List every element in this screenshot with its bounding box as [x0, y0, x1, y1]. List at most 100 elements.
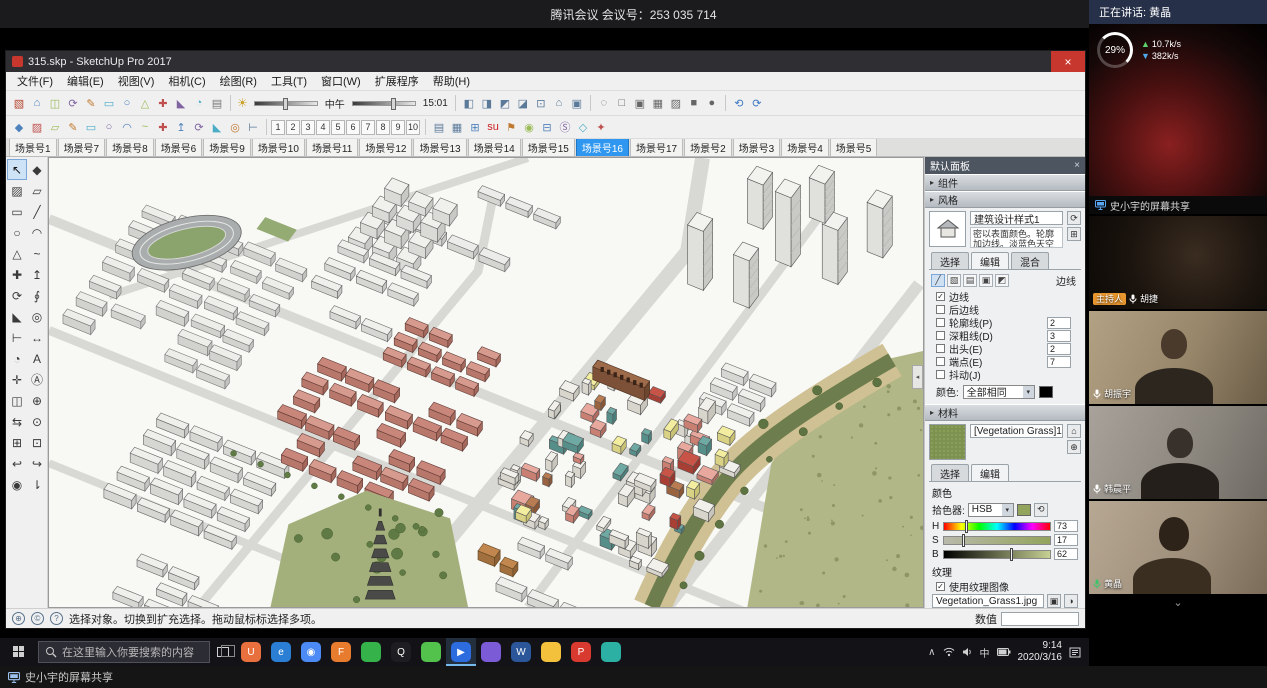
toolbar-icon[interactable]: Ⓢ — [556, 118, 574, 136]
face-style-icon[interactable]: ● — [703, 94, 721, 112]
toolbar-icon[interactable]: ⟳ — [190, 118, 208, 136]
taskbar-search-input[interactable]: 在这里输入你要搜索的内容 — [38, 641, 210, 663]
scene-number-button[interactable]: 2 — [286, 120, 300, 135]
participant-video-tile[interactable]: 黄晶 — [1089, 501, 1267, 594]
tool-icon[interactable]: ↖ — [7, 159, 27, 180]
battery-icon[interactable] — [997, 648, 1011, 656]
taskbar-app-icon[interactable]: ▶ — [446, 638, 476, 666]
tray-chevron-icon[interactable]: ∧ — [928, 647, 935, 658]
scene-number-button[interactable]: 1 — [271, 120, 285, 135]
tool-icon[interactable]: ▨ — [7, 180, 27, 201]
tab-styles-select[interactable]: 选择 — [931, 252, 969, 269]
shadow-date-slider[interactable] — [254, 101, 318, 106]
tool-icon[interactable]: ╱ — [27, 201, 47, 222]
participant-video-tile[interactable]: 主持人 胡捷 — [1089, 216, 1267, 309]
taskbar-app-icon[interactable]: F — [326, 638, 356, 666]
modeling-settings-icon[interactable]: ◩ — [995, 274, 1009, 287]
endpoints-checkbox[interactable] — [936, 357, 945, 366]
material-thumbnail[interactable] — [929, 424, 966, 460]
tool-icon[interactable]: ↥ — [27, 264, 47, 285]
task-view-button[interactable] — [210, 647, 236, 657]
scene-tab[interactable]: 场景号2 — [684, 139, 732, 156]
tool-icon[interactable]: ↩ — [7, 453, 27, 474]
taskbar-app-icon[interactable]: W — [506, 638, 536, 666]
tool-icon[interactable]: △ — [7, 243, 27, 264]
toolbar-icon[interactable]: ◫ — [46, 94, 64, 112]
taskbar-app-icon[interactable] — [476, 638, 506, 666]
toolbar-icon[interactable]: ▱ — [46, 118, 64, 136]
hue-slider[interactable] — [943, 522, 1051, 531]
toolbar-icon[interactable]: ✎ — [82, 94, 100, 112]
tool-icon[interactable]: ▭ — [7, 201, 27, 222]
scene-number-button[interactable]: 8 — [376, 120, 390, 135]
toolbar-icon[interactable]: ◠ — [118, 118, 136, 136]
saturation-slider[interactable] — [943, 536, 1051, 545]
tool-icon[interactable]: ⊡ — [27, 432, 47, 453]
section-header-components[interactable]: ▸ 组件 — [925, 174, 1085, 191]
endpoints-value-input[interactable]: 7 — [1047, 356, 1071, 368]
tool-icon[interactable]: ◠ — [27, 222, 47, 243]
toolbar-icon[interactable]: ◇ — [574, 118, 592, 136]
menu-item[interactable]: 相机(C) — [161, 73, 212, 89]
face-settings-icon[interactable]: ▧ — [947, 274, 961, 287]
material-color-swatch[interactable] — [1017, 504, 1031, 516]
toolbar-icon[interactable]: △ — [136, 94, 154, 112]
toolbar-icon[interactable]: ⊢ — [244, 118, 262, 136]
menu-item[interactable]: 扩展程序 — [368, 73, 426, 89]
taskbar-app-icon[interactable]: Q — [386, 638, 416, 666]
material-name-input[interactable]: [Vegetation Grass]1 — [970, 424, 1063, 438]
ime-indicator[interactable]: 中 — [980, 645, 990, 660]
toolbar-icon[interactable]: ▤ — [430, 118, 448, 136]
toolbar-icon[interactable]: ◆ — [10, 118, 28, 136]
face-style-icon[interactable]: ▣ — [631, 94, 649, 112]
scene-tab[interactable]: 场景号8 — [106, 139, 154, 156]
tool-icon[interactable]: ✛ — [7, 369, 27, 390]
view-icon[interactable]: ⌂ — [550, 94, 568, 112]
hue-value-input[interactable]: 73 — [1054, 520, 1078, 532]
panel-collapse-chevron[interactable]: ⌄ — [1089, 594, 1267, 610]
edge-color-dropdown[interactable]: 全部相同 ▾ — [963, 385, 1035, 399]
create-material-icon[interactable]: ⊕ — [1067, 440, 1081, 454]
toolbar-icon[interactable]: ◉ — [520, 118, 538, 136]
scene-number-button[interactable]: 6 — [346, 120, 360, 135]
toolbar-icon[interactable]: ▭ — [82, 118, 100, 136]
taskbar-app-icon[interactable] — [416, 638, 446, 666]
picker-dropdown[interactable]: HSB ▾ — [968, 503, 1014, 517]
texture-file-input[interactable]: Vegetation_Grass1.jpg — [932, 594, 1044, 608]
jitter-checkbox[interactable] — [936, 370, 945, 379]
scene-tab[interactable]: 场景号4 — [781, 139, 829, 156]
scene-number-button[interactable]: 9 — [391, 120, 405, 135]
scene-tab[interactable]: 场景号11 — [306, 139, 358, 156]
tool-icon[interactable]: ○ — [7, 222, 27, 243]
section-header-materials[interactable]: ▸ 材料 — [925, 404, 1085, 421]
tray-close-icon[interactable]: × — [1074, 160, 1080, 171]
scene-number-button[interactable]: 7 — [361, 120, 375, 135]
toolbar-icon[interactable]: ◣ — [208, 118, 226, 136]
toolbar-icon[interactable]: ✚ — [154, 118, 172, 136]
view-icon[interactable]: ◪ — [514, 94, 532, 112]
credits-icon[interactable]: © — [31, 612, 44, 625]
view-icon[interactable]: ◧ — [460, 94, 478, 112]
taskbar-app-icon[interactable]: U — [236, 638, 266, 666]
notification-center-icon[interactable] — [1069, 647, 1081, 658]
background-settings-icon[interactable]: ▤ — [963, 274, 977, 287]
depth-cue-value-input[interactable]: 3 — [1047, 330, 1071, 342]
face-style-icon[interactable]: ▨ — [667, 94, 685, 112]
toolbar-icon[interactable]: ⊞ — [466, 118, 484, 136]
shadow-time-slider[interactable] — [352, 101, 416, 106]
help-icon[interactable]: ? — [50, 612, 63, 625]
menu-item[interactable]: 视图(V) — [111, 73, 162, 89]
style-name-input[interactable]: 建筑设计样式1 — [970, 211, 1063, 225]
scene-tab[interactable]: 场景号14 — [468, 139, 521, 156]
edge-settings-icon[interactable]: ╱ — [931, 274, 945, 287]
toolbar-icon[interactable]: su — [484, 118, 502, 136]
taskbar-app-icon[interactable]: ◉ — [296, 638, 326, 666]
tool-icon[interactable]: ∮ — [27, 285, 47, 306]
saturation-value-input[interactable]: 17 — [1054, 534, 1078, 546]
start-button[interactable] — [0, 638, 38, 666]
profiles-checkbox[interactable] — [936, 318, 945, 327]
back-edges-checkbox[interactable] — [936, 305, 945, 314]
tab-styles-edit[interactable]: 编辑 — [971, 252, 1009, 269]
toolbar-icon[interactable]: ⚑ — [502, 118, 520, 136]
tray-collapse-arrow[interactable]: ◂ — [912, 365, 923, 389]
